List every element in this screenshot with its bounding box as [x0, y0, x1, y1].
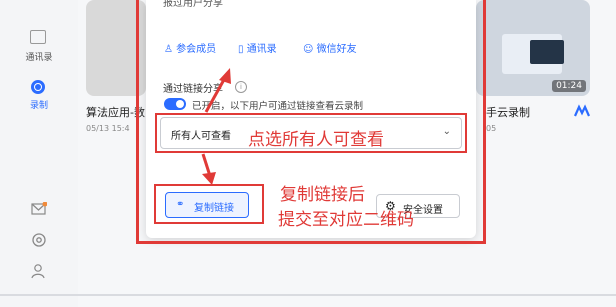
annotation-copy-highlight	[154, 184, 264, 224]
mail-icon[interactable]	[31, 202, 47, 216]
contacts-icon[interactable]	[30, 30, 46, 44]
annotation-arrow-top-icon	[204, 68, 231, 113]
thumbnail-preview-dark	[530, 40, 564, 64]
recording-title-right[interactable]: 手云录制	[486, 104, 530, 120]
annotation-copy-hint-line1: 复制链接后	[280, 185, 365, 205]
logo-icon	[574, 104, 590, 117]
recording-date-left: 05/13 15:4	[86, 124, 130, 133]
annotation-arrow-down-icon	[201, 153, 216, 185]
recording-thumbnail-right[interactable]: 01:24	[476, 0, 590, 96]
recording-date-right: 05	[486, 124, 497, 133]
annotation-copy-hint-line2: 提交至对应二维码	[278, 210, 414, 230]
left-sidebar: 通讯录 录制	[0, 0, 78, 307]
bottom-divider	[0, 294, 616, 296]
user-icon[interactable]	[31, 263, 47, 279]
gear-icon[interactable]	[31, 232, 47, 248]
duration-badge: 01:24	[552, 80, 586, 92]
sidebar-item-label: 通讯录	[25, 53, 53, 63]
annotation-select-hint: 点选所有人可查看	[248, 130, 384, 150]
sidebar-item-record[interactable]: 录制	[14, 98, 64, 111]
record-icon-dot	[35, 84, 41, 90]
sidebar-item-label: 录制	[29, 101, 48, 111]
sidebar-item-contacts[interactable]: 通讯录	[14, 50, 64, 63]
